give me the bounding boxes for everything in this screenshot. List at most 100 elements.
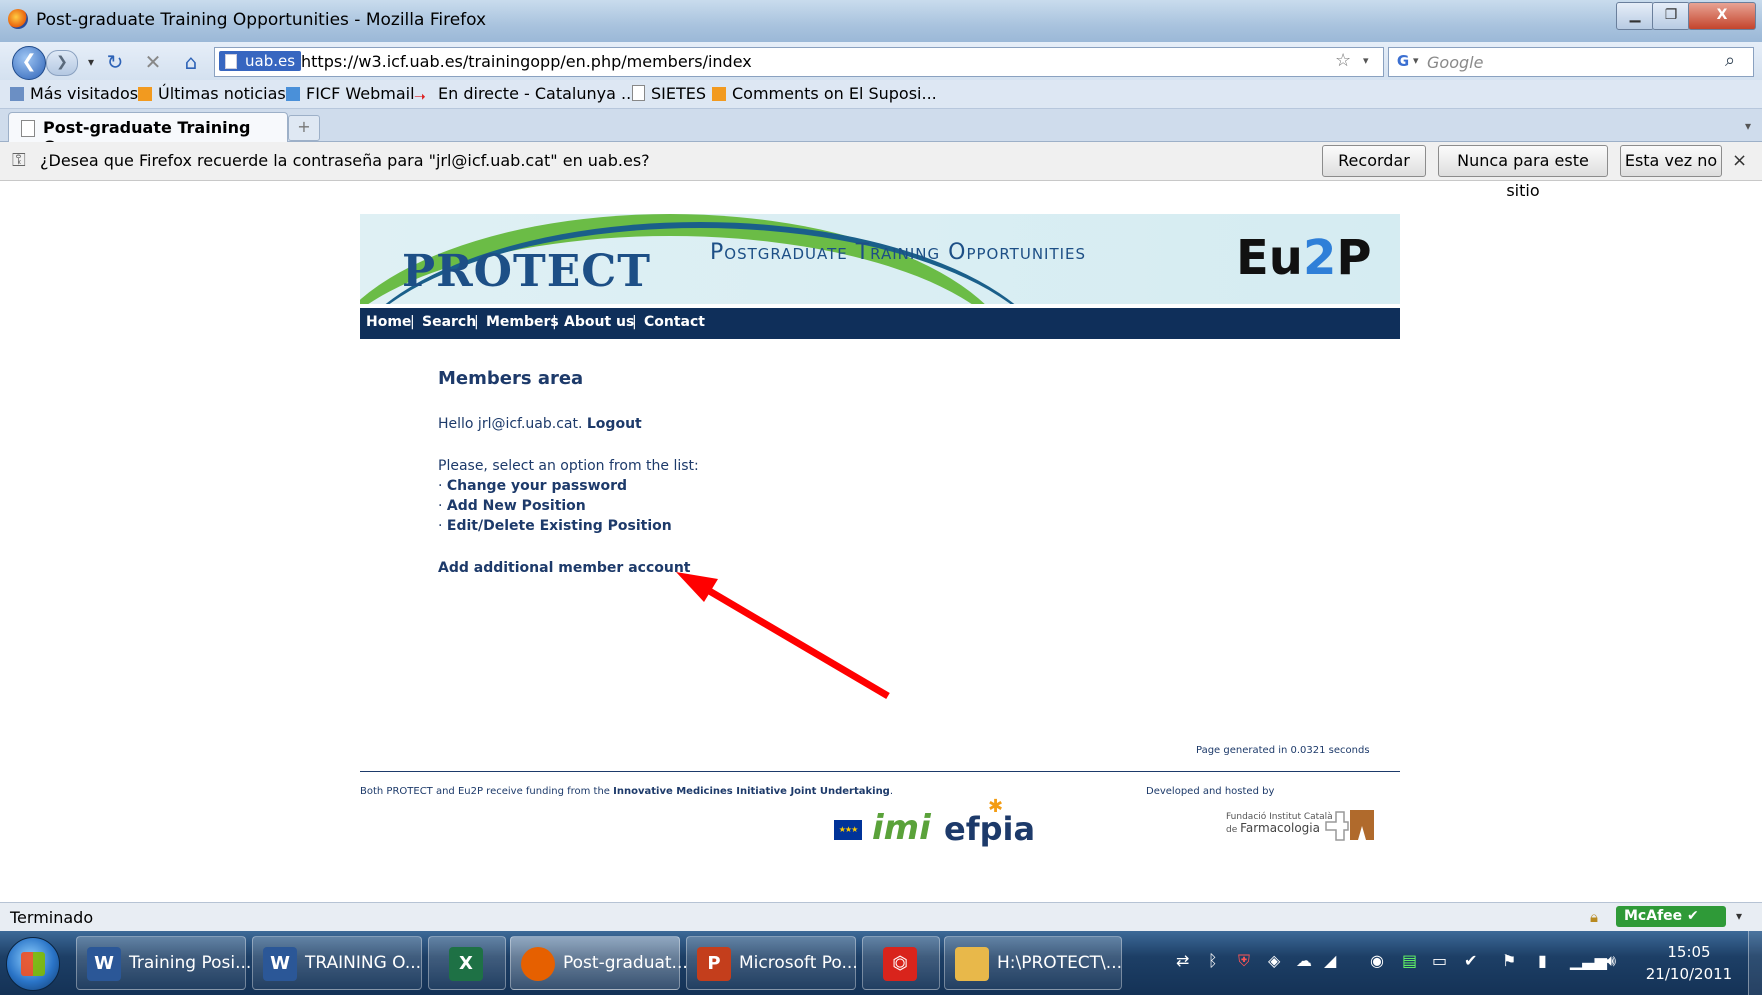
url-dropdown-icon[interactable]: ▾: [1363, 54, 1369, 67]
taskbar-item-training-posi[interactable]: W Training Posi...: [76, 936, 251, 990]
never-for-site-button[interactable]: Nunca para este sitio: [1438, 145, 1608, 200]
option-edit-position[interactable]: · Edit/Delete Existing Position: [438, 518, 672, 534]
site-identity-badge[interactable]: uab.es: [219, 51, 302, 71]
remember-button[interactable]: Recordar: [1322, 145, 1426, 177]
show-desktop-button[interactable]: [1748, 931, 1762, 995]
tray-icon-10[interactable]: ✔: [1464, 951, 1477, 970]
menu-contact[interactable]: Contact: [644, 314, 705, 330]
tray-icon-4[interactable]: ◈: [1268, 951, 1280, 970]
search-engine-dropdown-icon[interactable]: ▾: [1413, 54, 1419, 67]
arrow-icon: ➝: [414, 89, 426, 105]
imi-link[interactable]: Innovative Medicines Initiative Joint Un…: [613, 786, 890, 797]
lock-icon[interactable]: 🔒︎: [1590, 908, 1598, 926]
status-menu-icon[interactable]: ▾: [1736, 909, 1742, 923]
tray-icon-7[interactable]: ◉: [1370, 951, 1384, 970]
edit-position-link[interactable]: Edit/Delete Existing Position: [447, 518, 672, 534]
tab-bar: Post-graduate Training Oppo... + ▾: [0, 109, 1762, 156]
option-change-password[interactable]: · Change your password: [438, 478, 627, 494]
eu2p-logo[interactable]: Eu2P: [1236, 230, 1372, 286]
mcafee-badge[interactable]: McAfee ✔: [1616, 906, 1726, 927]
clock-time: 15:05: [1667, 943, 1711, 961]
stop-button[interactable]: ✕: [140, 50, 166, 74]
taskbar-item-firefox[interactable]: Post-graduat...: [510, 936, 688, 990]
bookmark-en-directe[interactable]: ➝ En directe - Catalunya ...: [414, 84, 636, 105]
maximize-button[interactable]: ❐: [1652, 2, 1690, 30]
bookmark-sietes[interactable]: SIETES: [632, 84, 706, 103]
url-text[interactable]: https://w3.icf.uab.es/trainingopp/en.php…: [301, 52, 752, 71]
not-now-button[interactable]: Esta vez no: [1620, 145, 1722, 177]
protect-logo[interactable]: PROTECT: [402, 246, 651, 297]
reload-button[interactable]: ↻: [102, 50, 128, 74]
bluetooth-tray-icon[interactable]: ᛒ: [1208, 951, 1218, 970]
key-icon: ⚿: [12, 150, 26, 171]
volume-tray-icon[interactable]: 🔊︎: [1606, 951, 1616, 971]
home-button[interactable]: ⌂: [178, 50, 204, 74]
option-add-position[interactable]: · Add New Position: [438, 498, 586, 514]
add-member-account-link[interactable]: Add additional member account: [438, 560, 691, 576]
page-icon: [632, 85, 645, 101]
home-icon: ⌂: [184, 50, 198, 74]
tab-post-graduate[interactable]: Post-graduate Training Oppo...: [8, 112, 288, 156]
back-button[interactable]: ❮: [12, 46, 46, 80]
taskbar-label: H:\PROTECT\...: [997, 953, 1123, 973]
taskbar-item-explorer[interactable]: H:\PROTECT\...: [944, 936, 1122, 990]
mail-icon: [286, 87, 300, 101]
google-icon[interactable]: G: [1393, 52, 1413, 72]
taskbar-item-training-o[interactable]: W TRAINING O...: [252, 936, 422, 990]
url-bar[interactable]: uab.es https://w3.icf.uab.es/trainingopp…: [214, 47, 1384, 77]
taskbar-item-excel[interactable]: X: [428, 936, 506, 990]
bookmark-comments[interactable]: Comments on El Suposi...: [712, 84, 937, 103]
taskbar-clock[interactable]: 15:05 21/10/2011: [1644, 941, 1734, 985]
status-bar: Terminado 🔒︎ McAfee ✔ ▾: [0, 902, 1762, 931]
history-dropdown-button[interactable]: ▾: [78, 50, 104, 74]
close-notification-button[interactable]: ×: [1732, 150, 1747, 171]
power-tray-icon[interactable]: ▮: [1538, 951, 1547, 970]
page-generated-text: Page generated in 0.0321 seconds: [1196, 745, 1370, 756]
bookmark-star-icon[interactable]: ☆: [1335, 50, 1351, 71]
minimize-button[interactable]: ▁: [1616, 2, 1654, 30]
ficf-logo[interactable]: [1324, 808, 1376, 842]
tray-icon-8[interactable]: ▤: [1402, 951, 1417, 970]
menu-members[interactable]: Members: [486, 314, 559, 330]
imi-logo[interactable]: imi: [872, 808, 931, 848]
bullet: ·: [438, 518, 443, 534]
folder-icon: [955, 947, 989, 981]
tray-icon-5[interactable]: ☁: [1296, 951, 1312, 970]
search-bar[interactable]: G ▾ Google ⌕: [1388, 47, 1754, 77]
menu-separator: |: [632, 314, 637, 330]
taskbar-item-powerpoint[interactable]: P Microsoft Po...: [686, 936, 858, 990]
bookmark-ultimas-noticias[interactable]: Últimas noticias: [138, 84, 286, 103]
firefox-icon: [521, 947, 555, 981]
bookmark-ficf-webmail[interactable]: FICF Webmail: [286, 84, 415, 103]
change-password-link[interactable]: Change your password: [447, 478, 627, 494]
tray-icon-6[interactable]: ◢: [1324, 951, 1336, 970]
taskbar-label: Microsoft Po...: [739, 953, 858, 973]
windows-taskbar: W Training Posi... W TRAINING O... X Pos…: [0, 931, 1762, 995]
mcafee-tray-icon[interactable]: ⛨: [1238, 951, 1250, 971]
maximize-icon: ❐: [1664, 7, 1678, 23]
start-button[interactable]: [6, 937, 60, 991]
search-icon[interactable]: ⌕: [1725, 50, 1735, 71]
action-center-flag-icon[interactable]: ⚑: [1502, 951, 1516, 970]
greeting-text: Hello jrl@icf.uab.cat.: [438, 416, 583, 432]
search-placeholder[interactable]: Google: [1427, 53, 1483, 72]
signal-tray-icon[interactable]: ▁▃▅: [1570, 951, 1607, 970]
menu-home[interactable]: Home: [366, 314, 411, 330]
funding-prefix: Both PROTECT and Eu2P receive funding fr…: [360, 786, 610, 797]
menu-search[interactable]: Search: [422, 314, 476, 330]
taskbar-item-pdf[interactable]: ⏣: [862, 936, 940, 990]
funding-suffix: .: [889, 786, 894, 797]
add-position-link[interactable]: Add New Position: [447, 498, 586, 514]
bookmark-label: SIETES: [651, 84, 707, 103]
tab-list-button[interactable]: ▾: [1738, 115, 1758, 137]
forward-button[interactable]: ❯: [46, 50, 78, 76]
menu-about-us[interactable]: About us: [564, 314, 634, 330]
logout-link[interactable]: Logout: [587, 416, 642, 432]
close-window-button[interactable]: X: [1688, 2, 1756, 30]
new-tab-button[interactable]: +: [288, 115, 320, 141]
network-tray-icon[interactable]: ⇄: [1176, 951, 1189, 970]
bookmark-mas-visitados[interactable]: Más visitados: [10, 84, 138, 103]
banner-title: Postgraduate Training Opportunities: [710, 240, 1087, 265]
site-identity-label: uab.es: [245, 52, 296, 70]
tray-icon-9[interactable]: ▭: [1432, 951, 1447, 970]
